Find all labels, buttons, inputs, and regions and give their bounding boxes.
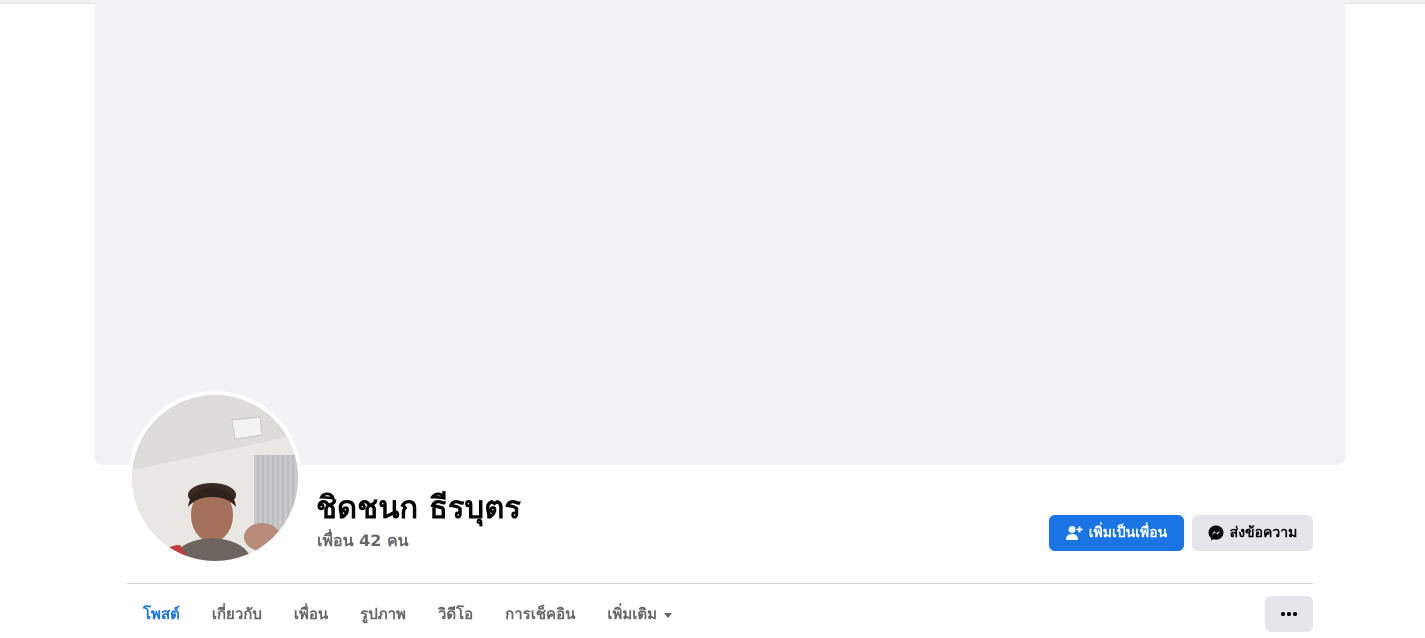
tab-friends[interactable]: เพื่อน — [278, 590, 344, 638]
tab-videos[interactable]: วิดีโอ — [422, 590, 489, 638]
add-friend-label: เพิ่มเป็นเพื่อน — [1088, 525, 1168, 541]
more-options-button[interactable] — [1265, 596, 1313, 632]
tab-posts[interactable]: โพสต์ — [127, 590, 196, 638]
profile-tabs: โพสต์ เกี่ยวกับ เพื่อน รูปภาพ วิดีโอ การ… — [127, 590, 688, 638]
tab-posts-label: โพสต์ — [143, 605, 180, 623]
message-label: ส่งข้อความ — [1229, 525, 1298, 541]
tab-about-label: เกี่ยวกับ — [211, 605, 262, 623]
tab-friends-label: เพื่อน — [293, 605, 329, 623]
tab-videos-label: วิดีโอ — [437, 605, 474, 623]
tab-photos[interactable]: รูปภาพ — [344, 590, 422, 638]
avatar-photo — [132, 395, 298, 561]
ellipsis-icon — [1280, 612, 1298, 616]
tab-more[interactable]: เพิ่มเติม — [591, 590, 688, 638]
profile-divider — [127, 583, 1313, 584]
tab-photos-label: รูปภาพ — [360, 605, 406, 623]
tab-about[interactable]: เกี่ยวกับ — [196, 590, 278, 638]
cover-photo[interactable] — [95, 3, 1345, 465]
message-button[interactable]: ส่งข้อความ — [1192, 515, 1313, 551]
friend-count[interactable]: เพื่อน 42 คน — [317, 530, 409, 552]
messenger-icon — [1208, 525, 1224, 541]
tab-checkins[interactable]: การเช็คอิน — [489, 590, 591, 638]
profile-name: ชิดชนก ธีรบุตร — [316, 490, 521, 526]
caret-down-icon — [664, 612, 673, 618]
tab-more-label: เพิ่มเติม — [607, 605, 658, 623]
avatar[interactable] — [132, 395, 298, 561]
person-add-icon — [1065, 525, 1083, 541]
add-friend-button[interactable]: เพิ่มเป็นเพื่อน — [1049, 515, 1184, 551]
tab-checkins-label: การเช็คอิน — [505, 605, 576, 623]
